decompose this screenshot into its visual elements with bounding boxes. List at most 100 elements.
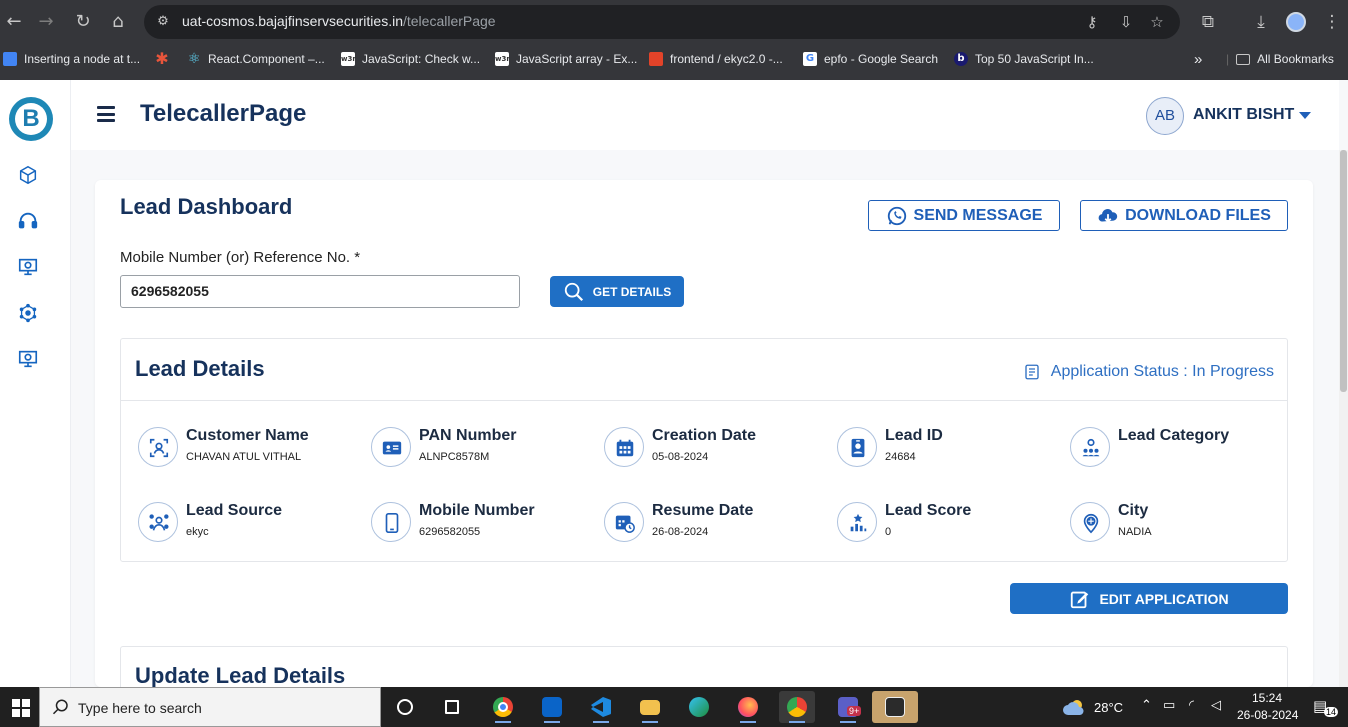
bookmarks-bar: Inserting a node at t... ✱ ⚛ React.Compon… [0,47,1348,71]
edit-application-button[interactable]: EDIT APPLICATION [1010,583,1288,614]
teams-app-icon[interactable]: 9+ [830,691,866,723]
wifi-icon[interactable]: ◜ [1189,698,1194,713]
forward-icon[interactable]: → [32,8,60,36]
avatar[interactable]: AB [1146,97,1184,135]
windows-taskbar: Type here to search 9+ 28°C ⌃ ▭ ◜ ◁ 15:2… [0,687,1348,727]
more-bookmarks-icon[interactable]: » [1194,47,1202,71]
chrome-app-icon[interactable] [485,691,521,723]
cube-icon[interactable] [17,164,39,186]
reload-icon[interactable]: ↻ [69,8,97,36]
score-icon [837,502,877,542]
lead-details-section: Lead Details Application Status : In Pro… [120,338,1288,562]
browser-chrome: ← → ↻ ⌂ ⚙ uat-cosmos.bajajfinservsecurit… [0,0,1348,80]
edit-icon [1071,591,1089,608]
url-text[interactable]: uat-cosmos.bajajfinservsecurities.in/tel… [182,13,496,29]
site-info-icon[interactable]: ⚙ [154,13,172,31]
clipboard-icon [1025,364,1039,380]
send-message-button[interactable]: SEND MESSAGE [868,200,1060,231]
lead-field-resume-date: Resume Date 26-08-2024 [602,498,822,546]
firefox-app-icon[interactable] [730,691,766,723]
bookmark-item[interactable]: frontend / ekyc2.0 -... [649,47,783,71]
presentation-icon[interactable] [17,348,39,370]
home-icon[interactable]: ⌂ [104,8,132,36]
bookmark-item[interactable]: ⚛ React.Component –... [187,47,325,71]
hamburger-menu-icon[interactable] [97,106,115,122]
gitlab-icon [649,52,663,66]
lead-dashboard-card: Lead Dashboard SEND MESSAGE DOWNLOAD FIL… [95,180,1313,687]
lead-field-lead-score: Lead Score 0 [835,498,1055,546]
bookmark-item[interactable]: Gepfo - Google Search [803,47,938,71]
windows-start-icon[interactable] [12,699,30,717]
brand-logo[interactable]: B [9,97,53,141]
taskbar-search-box[interactable]: Type here to search [39,687,381,727]
cortana-icon[interactable] [387,691,423,723]
app-root: B TelecallerPage AB ANKIT BISHT Lead Das… [0,80,1348,687]
password-key-icon[interactable]: ⚷ [1082,12,1102,32]
location-icon [1070,502,1110,542]
weather-cloud-icon[interactable] [1062,698,1088,716]
user-name[interactable]: ANKIT BISHT [1193,106,1294,124]
vscode-app-icon[interactable] [583,691,619,723]
profile-avatar[interactable] [1286,12,1306,32]
clock-time[interactable]: 15:24 [1252,691,1282,705]
caret-down-icon[interactable] [1299,112,1311,119]
battery-icon[interactable]: ▭ [1163,698,1175,713]
folder-icon [1236,53,1251,65]
clock-date[interactable]: 26-08-2024 [1237,708,1298,722]
bookmark-item[interactable]: Inserting a node at t... [3,47,140,71]
weather-temperature[interactable]: 28°C [1094,700,1123,715]
download-files-button[interactable]: DOWNLOAD FILES [1080,200,1288,231]
back-icon[interactable]: ← [0,8,28,36]
source-icon [138,502,178,542]
search-icon [564,282,583,301]
w3r-icon: w3r [495,52,510,66]
bookmark-item[interactable]: ✱ [155,47,169,71]
calendar-clock-icon [604,502,644,542]
divider [121,400,1287,401]
search-icon [52,699,68,715]
group-icon [1070,427,1110,467]
presentation-icon[interactable] [17,256,39,278]
react-icon: ⚛ [187,51,201,67]
badge-icon [837,427,877,467]
id-card-icon [371,427,411,467]
notification-count: 14 [1324,707,1339,717]
menu-dots-icon[interactable]: ⋮ [1318,8,1346,36]
install-app-icon[interactable]: ⇩ [1116,12,1136,32]
google-icon: G [803,52,817,66]
chevron-up-icon[interactable]: ⌃ [1141,698,1152,713]
page-title: TelecallerPage [140,100,307,127]
edge-app-icon[interactable] [681,691,717,723]
extensions-icon[interactable]: ⧉ [1194,8,1222,36]
get-details-button[interactable]: GET DETAILS [550,276,684,307]
lead-field-customer-name: Customer Name CHAVAN ATUL VITHAL [136,423,356,471]
bookmark-item[interactable]: b Top 50 JavaScript In... [954,47,1094,71]
scrollbar-thumb[interactable] [1340,150,1347,392]
bookmark-item[interactable]: w3r JavaScript: Check w... [341,47,480,71]
lead-field-lead-id: Lead ID 24684 [835,423,1055,471]
bookmark-item[interactable]: w3r JavaScript array - Ex... [495,47,637,71]
bookmark-star-icon[interactable]: ☆ [1147,12,1167,32]
lead-field-lead-source: Lead Source ekyc [136,498,356,546]
task-view-icon[interactable] [434,691,470,723]
top-header: TelecallerPage AB ANKIT BISHT [71,80,1339,150]
network-icon[interactable] [17,302,39,324]
mobile-icon [371,502,411,542]
outlook-app-icon[interactable] [534,691,570,723]
page-scrollbar[interactable] [1339,150,1348,687]
headset-icon[interactable] [17,210,39,232]
mobile-reference-input[interactable]: 6296582055 [120,275,520,308]
asterisk-icon: ✱ [155,49,169,68]
lead-field-creation-date: Creation Date 05-08-2024 [602,423,822,471]
cloud-download-icon [1098,208,1118,223]
speaker-icon[interactable]: ◁ [1211,698,1221,713]
lead-field-city: City NADIA [1068,498,1288,546]
customer-icon [138,427,178,467]
address-bar[interactable]: ⚙ uat-cosmos.bajajfinservsecurities.in/t… [144,5,1180,39]
file-explorer-icon[interactable] [632,691,668,723]
terminal-app-icon[interactable] [872,691,918,723]
sidebar: B [0,80,71,687]
chrome-profile-app-icon[interactable] [779,691,815,723]
all-bookmarks[interactable]: | All Bookmarks [1226,47,1334,71]
downloads-icon[interactable]: ⤓ [1247,8,1275,36]
